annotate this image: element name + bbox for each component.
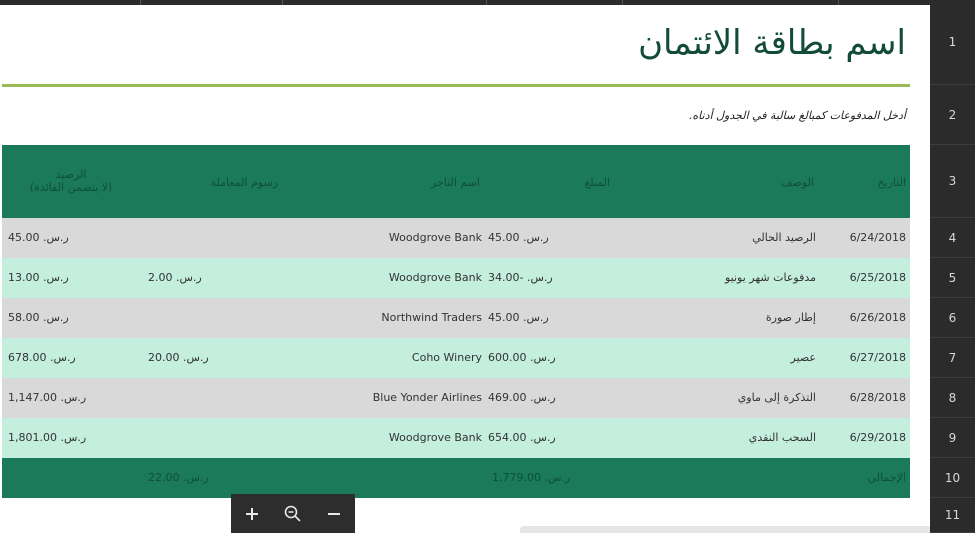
cell-description[interactable]: السحب النقدي: [749, 418, 816, 458]
cell-merchant[interactable]: Coho Winery: [412, 338, 482, 378]
table-row[interactable]: 6/25/2018 مدفوعات شهر يونيو ر.س. -34.00 …: [2, 258, 910, 298]
row-header[interactable]: 11: [930, 498, 975, 533]
instruction-text[interactable]: أدخل المدفوعات كمبالغ سالبة في الجدول أد…: [689, 109, 906, 122]
cell-fee[interactable]: ر.س. 20.00: [148, 338, 209, 378]
cell-amount[interactable]: ر.س. 469.00: [488, 378, 556, 418]
totals-amount[interactable]: ر.س. 1,779.00: [492, 458, 570, 498]
worksheet[interactable]: اسم بطاقة الائتمان أدخل المدفوعات كمبالغ…: [0, 5, 930, 533]
plus-icon: [245, 507, 258, 520]
table-row[interactable]: 6/29/2018 السحب النقدي ر.س. 654.00 Woodg…: [2, 418, 910, 458]
totals-label[interactable]: الإجمالي: [868, 458, 906, 498]
row-header[interactable]: 6: [930, 298, 975, 338]
header-description[interactable]: الوصف: [781, 176, 814, 189]
cell-date[interactable]: 6/25/2018: [850, 258, 906, 298]
cell-amount[interactable]: ر.س. 600.00: [488, 338, 556, 378]
minus-icon: [328, 512, 341, 515]
row-header[interactable]: 5: [930, 258, 975, 298]
cell-amount[interactable]: ر.س. 45.00: [488, 298, 549, 338]
cell-merchant[interactable]: Woodgrove Bank: [389, 418, 482, 458]
header-fee[interactable]: رسوم المعاملة: [211, 176, 278, 189]
cell-description[interactable]: التذكرة إلى ماوي: [738, 378, 816, 418]
cell-balance[interactable]: ر.س. 58.00: [8, 298, 69, 338]
header-merchant[interactable]: اسم التاجر: [431, 176, 480, 189]
cell-date[interactable]: 6/27/2018: [850, 338, 906, 378]
horizontal-scrollbar[interactable]: [520, 526, 930, 533]
table-row[interactable]: 6/27/2018 عصير ر.س. 600.00 Coho Winery ر…: [2, 338, 910, 378]
table-row[interactable]: 6/28/2018 التذكرة إلى ماوي ر.س. 469.00 B…: [2, 378, 910, 418]
cell-fee[interactable]: ر.س. 2.00: [148, 258, 202, 298]
cell-merchant[interactable]: Northwind Traders: [381, 298, 482, 338]
cell-merchant[interactable]: Woodgrove Bank: [389, 218, 482, 258]
totals-row[interactable]: الإجمالي ر.س. 1,779.00 ر.س. 22.00: [2, 458, 910, 498]
cell-date[interactable]: 6/28/2018: [850, 378, 906, 418]
row-header[interactable]: 10: [930, 458, 975, 498]
cell-merchant[interactable]: Blue Yonder Airlines: [373, 378, 482, 418]
row-header[interactable]: 7: [930, 338, 975, 378]
cell-date[interactable]: 6/29/2018: [850, 418, 906, 458]
cell-description[interactable]: عصير: [791, 338, 817, 378]
cell-balance[interactable]: ر.س. 678.00: [8, 338, 76, 378]
cell-date[interactable]: 6/24/2018: [850, 218, 906, 258]
cell-balance[interactable]: ر.س. 1,147.00: [8, 378, 86, 418]
cell-description[interactable]: الرصيد الحالي: [752, 218, 816, 258]
cell-description[interactable]: مدفوعات شهر يونيو: [725, 258, 816, 298]
cell-balance[interactable]: ر.س. 45.00: [8, 218, 69, 258]
row-header[interactable]: 9: [930, 418, 975, 458]
row-header[interactable]: 3: [930, 145, 975, 218]
cell-balance[interactable]: ر.س. 13.00: [8, 258, 69, 298]
cell-amount[interactable]: ر.س. 45.00: [488, 218, 549, 258]
cell-date[interactable]: 6/26/2018: [850, 298, 906, 338]
zoom-in-button[interactable]: [237, 499, 267, 529]
row-header[interactable]: 8: [930, 378, 975, 418]
table-row[interactable]: 6/24/2018 الرصيد الحالي ر.س. 45.00 Woodg…: [2, 218, 910, 258]
row-header[interactable]: 1: [930, 0, 975, 85]
cell-balance[interactable]: ر.س. 1,801.00: [8, 418, 86, 458]
header-amount[interactable]: المبلغ: [584, 176, 610, 189]
header-balance-line1: الرصيد: [55, 168, 87, 181]
totals-fee[interactable]: ر.س. 22.00: [148, 458, 209, 498]
magnifier-minus-icon: [284, 505, 301, 522]
row-header[interactable]: 2: [930, 85, 975, 145]
zoom-toolbar: [231, 494, 355, 533]
header-balance-line2: (لا يتضمن الفائدة): [29, 181, 113, 194]
cell-merchant[interactable]: Woodgrove Bank: [389, 258, 482, 298]
zoom-reset-button[interactable]: [278, 499, 308, 529]
sheet-title[interactable]: اسم بطاقة الائتمان: [638, 23, 906, 63]
table-row[interactable]: 6/26/2018 إطار صورة ر.س. 45.00 Northwind…: [2, 298, 910, 338]
cell-amount[interactable]: ر.س. -34.00: [488, 258, 553, 298]
header-date[interactable]: التاريخ: [877, 176, 906, 189]
title-underline: [2, 84, 910, 87]
cell-amount[interactable]: ر.س. 654.00: [488, 418, 556, 458]
zoom-out-button[interactable]: [319, 499, 349, 529]
row-header[interactable]: 4: [930, 218, 975, 258]
header-balance[interactable]: الرصيد (لا يتضمن الفائدة): [14, 168, 128, 194]
cell-description[interactable]: إطار صورة: [766, 298, 816, 338]
row-headers: 1 2 3 4 5 6 7 8 9 10 11: [930, 0, 975, 533]
